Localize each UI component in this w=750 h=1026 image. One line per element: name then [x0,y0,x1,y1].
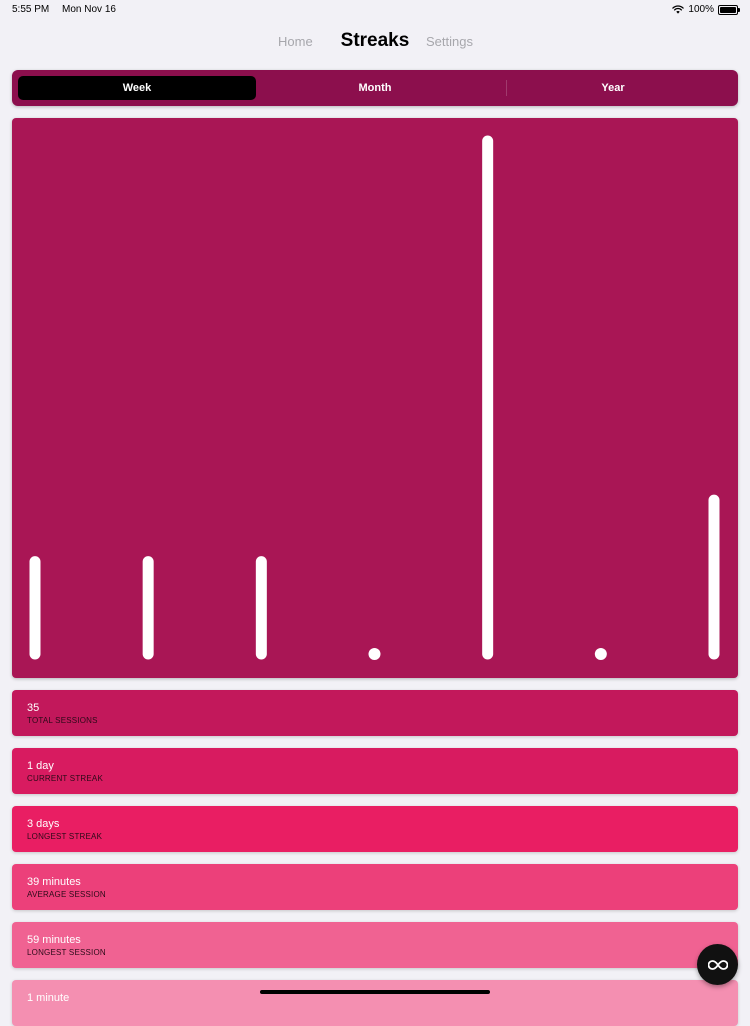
period-segmented-control: Week Month Year [12,70,738,106]
stat-card-average-session: 39 minutes AVERAGE SESSION [12,864,738,910]
status-date: Mon Nov 16 [62,4,116,15]
infinity-fab-button[interactable] [697,944,738,985]
stat-label: CURRENT STREAK [27,774,103,783]
chart-bar-5 [594,648,607,660]
stat-value: 1 day [27,760,54,772]
stat-card-shortest-session: 1 minute [12,980,738,1026]
home-indicator [260,990,490,994]
stat-value: 3 days [27,818,60,830]
chart-bar-3 [368,648,381,660]
nav-settings[interactable]: Settings [426,34,473,49]
status-bar: 5:55 PM Mon Nov 16 100% [0,0,750,20]
chart-canvas [29,135,720,660]
top-nav: Home Streaks Settings [0,28,750,54]
status-left: 5:55 PM Mon Nov 16 [12,4,116,15]
stat-label: TOTAL SESSIONS [27,716,98,725]
stat-card-total-sessions: 35 TOTAL SESSIONS [12,690,738,736]
stat-label: AVERAGE SESSION [27,890,106,899]
stat-card-longest-session: 59 minutes LONGEST SESSION [12,922,738,968]
stat-value: 39 minutes [27,876,81,888]
stat-label: LONGEST STREAK [27,832,103,841]
stat-value: 59 minutes [27,934,81,946]
status-right: 100% [672,4,740,15]
segment-month[interactable]: Month [256,76,494,100]
battery-fill [720,6,736,13]
battery-icon [718,4,740,15]
segment-week[interactable]: Week [18,76,256,100]
page-title: Streaks [340,30,410,51]
status-time: 5:55 PM [12,4,50,15]
wifi-icon [672,5,685,14]
sessions-chart [12,118,738,678]
segment-year[interactable]: Year [494,76,732,100]
stat-card-longest-streak: 3 days LONGEST STREAK [12,806,738,852]
nav-home[interactable]: Home [278,34,313,49]
stat-value: 35 [27,702,40,714]
stat-card-current-streak: 1 day CURRENT STREAK [12,748,738,794]
battery-percent: 100% [688,4,714,15]
stat-label: LONGEST SESSION [27,948,106,957]
stat-value: 1 minute [27,992,70,1004]
infinity-icon [707,959,728,970]
